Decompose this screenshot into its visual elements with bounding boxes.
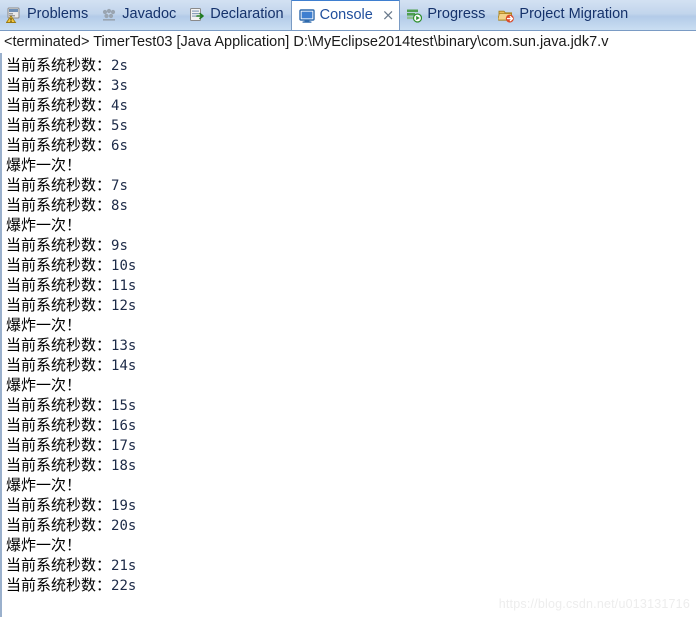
console-line: 爆炸一次！ bbox=[6, 476, 82, 494]
console-line: 爆炸一次！ bbox=[6, 216, 82, 234]
tab-progress-label: Progress bbox=[427, 6, 486, 23]
console-line: 当前系统秒数：19s bbox=[6, 495, 696, 515]
watermark: https://blog.csdn.net/u013131716 bbox=[498, 597, 690, 611]
view-tab-bar: Problems Javadoc Declaration Console × P… bbox=[0, 0, 696, 31]
console-line-value: 10s bbox=[111, 258, 137, 274]
console-line: 爆炸一次！ bbox=[6, 536, 82, 554]
console-line-text: 当前系统秒数： bbox=[6, 196, 112, 214]
console-line-value: 3s bbox=[111, 78, 128, 94]
console-line-text: 当前系统秒数： bbox=[6, 136, 112, 154]
console-line: 当前系统秒数：3s bbox=[6, 75, 696, 95]
console-line: 当前系统秒数：18s bbox=[6, 455, 696, 475]
tab-javadoc-label: Javadoc bbox=[122, 6, 177, 23]
console-line-text: 当前系统秒数： bbox=[6, 116, 112, 134]
console-line-value: 12s bbox=[111, 298, 137, 314]
console-line-value: 14s bbox=[111, 358, 137, 374]
launch-configuration-line: <terminated> TimerTest03 [Java Applicati… bbox=[0, 31, 696, 53]
console-line: 当前系统秒数：9s bbox=[6, 235, 696, 255]
console-line-value: 17s bbox=[111, 438, 137, 454]
console-line-text: 当前系统秒数： bbox=[6, 576, 112, 594]
project-migration-icon bbox=[498, 7, 515, 23]
console-line-value: 7s bbox=[111, 178, 128, 194]
console-line: 当前系统秒数：14s bbox=[6, 355, 696, 375]
console-line-text: 当前系统秒数： bbox=[6, 56, 112, 74]
console-line: 爆炸一次！ bbox=[6, 376, 82, 394]
console-line: 爆炸一次！ bbox=[6, 316, 82, 334]
tab-problems[interactable]: Problems bbox=[0, 0, 95, 30]
console-line: 当前系统秒数：13s bbox=[6, 335, 696, 355]
console-line-text: 当前系统秒数： bbox=[6, 236, 112, 254]
console-line-value: 11s bbox=[111, 278, 137, 294]
console-line-value: 19s bbox=[111, 498, 137, 514]
console-line-text: 当前系统秒数： bbox=[6, 456, 112, 474]
javadoc-icon bbox=[101, 7, 117, 23]
console-line-value: 2s bbox=[111, 58, 128, 74]
console-line-value: 4s bbox=[111, 98, 128, 114]
console-line-text: 当前系统秒数： bbox=[6, 296, 112, 314]
console-line: 当前系统秒数：22s bbox=[6, 575, 696, 595]
console-line-text: 当前系统秒数： bbox=[6, 176, 112, 194]
console-line: 当前系统秒数：20s bbox=[6, 515, 696, 535]
console-line-value: 16s bbox=[111, 418, 137, 434]
console-line-value: 8s bbox=[111, 198, 128, 214]
console-line-value: 5s bbox=[111, 118, 128, 134]
console-line: 当前系统秒数：4s bbox=[6, 95, 696, 115]
console-line-text: 当前系统秒数： bbox=[6, 96, 112, 114]
tab-problems-label: Problems bbox=[27, 6, 89, 23]
console-line-value: 9s bbox=[111, 238, 128, 254]
console-line: 当前系统秒数：12s bbox=[6, 295, 696, 315]
tab-declaration[interactable]: Declaration bbox=[183, 0, 290, 30]
console-line: 当前系统秒数：17s bbox=[6, 435, 696, 455]
console-line: 当前系统秒数：21s bbox=[6, 555, 696, 575]
console-line-text: 当前系统秒数： bbox=[6, 276, 112, 294]
console-line: 当前系统秒数：10s bbox=[6, 255, 696, 275]
console-output-area[interactable]: 当前系统秒数：2s 当前系统秒数：3s 当前系统秒数：4s 当前系统秒数：5s 当前系统… bbox=[0, 53, 696, 617]
console-line: 当前系统秒数：15s bbox=[6, 395, 696, 415]
console-line-text: 当前系统秒数： bbox=[6, 496, 112, 514]
tab-console[interactable]: Console × bbox=[290, 0, 401, 30]
console-line: 当前系统秒数：8s bbox=[6, 195, 696, 215]
console-line-text: 当前系统秒数： bbox=[6, 256, 112, 274]
tab-javadoc[interactable]: Javadoc bbox=[95, 0, 183, 30]
tab-progress[interactable]: Progress bbox=[400, 0, 492, 30]
console-line-value: 13s bbox=[111, 338, 137, 354]
close-icon[interactable]: × bbox=[382, 6, 395, 26]
console-line: 当前系统秒数：16s bbox=[6, 415, 696, 435]
console-line: 当前系统秒数：2s bbox=[6, 55, 696, 75]
console-line-value: 22s bbox=[111, 578, 137, 594]
console-line-text: 当前系统秒数： bbox=[6, 556, 112, 574]
console-line: 当前系统秒数：7s bbox=[6, 175, 696, 195]
console-line: 爆炸一次！ bbox=[6, 156, 82, 174]
console-lines: 当前系统秒数：2s 当前系统秒数：3s 当前系统秒数：4s 当前系统秒数：5s 当前系统… bbox=[2, 53, 696, 595]
console-line-value: 20s bbox=[111, 518, 137, 534]
console-line-value: 21s bbox=[111, 558, 137, 574]
console-line-text: 当前系统秒数： bbox=[6, 356, 112, 374]
declaration-icon bbox=[189, 7, 205, 23]
console-line-value: 15s bbox=[111, 398, 137, 414]
console-line: 当前系统秒数：5s bbox=[6, 115, 696, 135]
tab-project-migration-label: Project Migration bbox=[519, 6, 629, 23]
console-line-value: 6s bbox=[111, 138, 128, 154]
console-line-text: 当前系统秒数： bbox=[6, 516, 112, 534]
console-line-text: 当前系统秒数： bbox=[6, 76, 112, 94]
tab-console-label: Console bbox=[319, 6, 373, 23]
console-line-text: 当前系统秒数： bbox=[6, 396, 112, 414]
console-line-text: 当前系统秒数： bbox=[6, 416, 112, 434]
tab-declaration-label: Declaration bbox=[210, 6, 284, 23]
console-line-value: 18s bbox=[111, 458, 137, 474]
progress-icon bbox=[406, 7, 423, 23]
tab-project-migration[interactable]: Project Migration bbox=[492, 0, 635, 30]
console-line-text: 当前系统秒数： bbox=[6, 336, 112, 354]
console-line: 当前系统秒数：6s bbox=[6, 135, 696, 155]
problems-icon bbox=[6, 7, 22, 23]
console-line: 当前系统秒数：11s bbox=[6, 275, 696, 295]
console-icon bbox=[298, 8, 315, 24]
console-line-text: 当前系统秒数： bbox=[6, 436, 112, 454]
